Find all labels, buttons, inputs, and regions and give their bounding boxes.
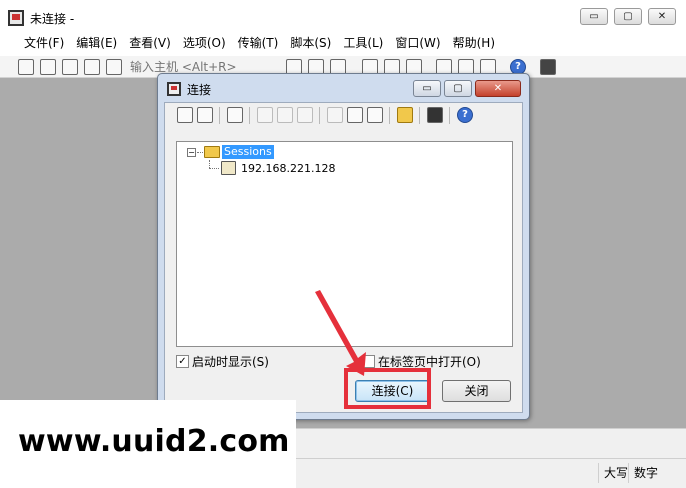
caps-indicator: 大写 (598, 463, 628, 483)
tree-item-session[interactable]: 192.168.221.128 (241, 162, 335, 175)
desktop-shortcut-icon[interactable] (427, 107, 443, 123)
tree-connector (197, 152, 203, 153)
minimize-button[interactable]: ▭ (580, 8, 608, 25)
dialog-window-buttons: ▭ ▢ ✕ (413, 80, 521, 97)
menubar: 文件(F) 编辑(E) 查看(V) 选项(O) 传输(T) 脚本(S) 工具(L… (0, 34, 686, 56)
help-icon[interactable]: ? (457, 107, 473, 123)
num-indicator: 数字 (628, 463, 658, 483)
session-icon (221, 161, 236, 175)
menu-help[interactable]: 帮助(H) (447, 35, 501, 56)
toolbar-separator (219, 107, 220, 124)
menu-file[interactable]: 文件(F) (18, 35, 70, 56)
annotation-arrow (315, 290, 366, 376)
checkbox-box[interactable]: ✓ (176, 355, 189, 368)
annotation-highlight-box (344, 368, 431, 409)
maximize-button[interactable]: ▢ (614, 8, 642, 25)
app-icon (8, 10, 24, 26)
toolbar-separator (419, 107, 420, 124)
show-on-startup-label: 启动时显示(S) (192, 355, 269, 369)
show-on-startup-checkbox[interactable]: ✓ 启动时显示(S) (176, 353, 269, 370)
dialog-minimize-button[interactable]: ▭ (413, 80, 441, 97)
menu-tools[interactable]: 工具(L) (337, 35, 389, 56)
tree-root-sessions[interactable]: Sessions (222, 145, 274, 159)
delete-icon[interactable] (327, 107, 343, 123)
dialog-toolbar: ? (165, 103, 522, 127)
folder-icon (204, 146, 220, 158)
close-button[interactable]: ✕ (648, 8, 676, 25)
tree-connector (209, 160, 210, 168)
menu-window[interactable]: 窗口(W) (389, 35, 446, 56)
find-icon[interactable] (367, 107, 383, 123)
toolbar-separator (319, 107, 320, 124)
menu-edit[interactable]: 编辑(E) (70, 35, 123, 56)
menu-transfer[interactable]: 传输(T) (232, 35, 285, 56)
menu-script[interactable]: 脚本(S) (284, 35, 337, 56)
app-title: 未连接 - (30, 12, 75, 26)
properties-icon[interactable] (347, 107, 363, 123)
app-window-buttons: ▭ ▢ ✕ (580, 8, 676, 25)
connect-icon[interactable] (18, 59, 34, 75)
toolbar-separator (449, 107, 450, 124)
dialog-title: 连接 (187, 83, 212, 97)
app-titlebar: 未连接 - ▭ ▢ ✕ (0, 0, 686, 34)
close-dialog-button[interactable]: 关闭 (442, 380, 511, 402)
menu-view[interactable]: 查看(V) (123, 35, 177, 56)
new-folder-icon[interactable] (397, 107, 413, 123)
watermark-text: www.uuid2.com (18, 424, 290, 459)
tree-connector (209, 168, 219, 169)
new-session-icon[interactable] (227, 107, 243, 123)
reconnect-icon[interactable] (84, 59, 100, 75)
copy-icon[interactable] (277, 107, 293, 123)
dialog-connect-icon[interactable] (177, 107, 193, 123)
quick-connect-icon[interactable] (40, 59, 56, 75)
dialog-maximize-button[interactable]: ▢ (444, 80, 472, 97)
toolbar-separator (389, 107, 390, 124)
dialog-titlebar[interactable]: 连接 ▭ ▢ ✕ (158, 74, 529, 102)
paste-icon[interactable] (297, 107, 313, 123)
collapse-toggle[interactable]: − (187, 148, 196, 157)
disconnect-icon[interactable] (106, 59, 122, 75)
toolbar-separator (249, 107, 250, 124)
dialog-close-button[interactable]: ✕ (475, 80, 521, 97)
menu-options[interactable]: 选项(O) (177, 35, 232, 56)
connect-in-tab-icon[interactable] (62, 59, 78, 75)
dialog-icon (167, 82, 181, 96)
dialog-quick-connect-icon[interactable] (197, 107, 213, 123)
screen-icon[interactable] (540, 59, 556, 75)
cut-icon[interactable] (257, 107, 273, 123)
